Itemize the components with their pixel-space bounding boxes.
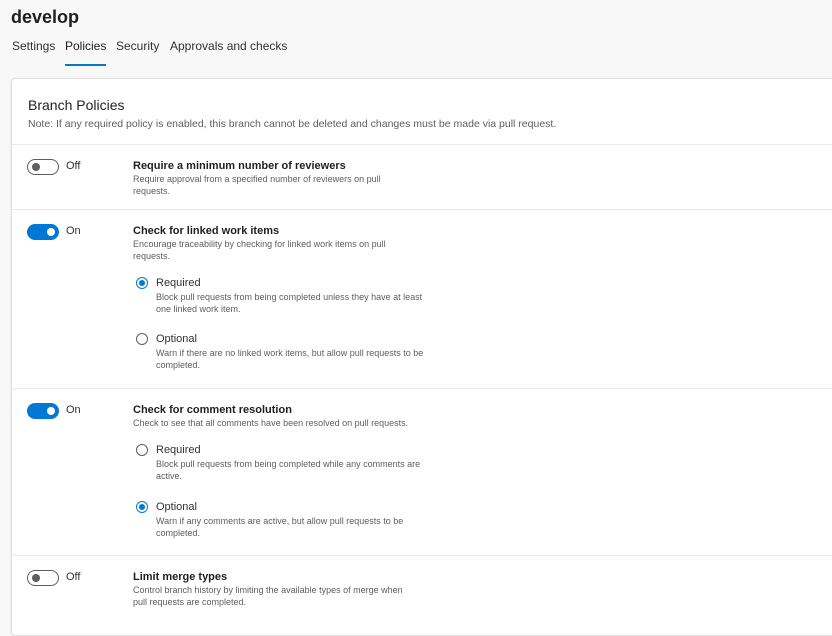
- tab-policies[interactable]: Policies: [65, 40, 107, 66]
- linked-work-items-optional-radio[interactable]: [136, 333, 148, 345]
- policy-description: Encourage traceability by checking for l…: [133, 239, 386, 261]
- comment-resolution-toggle[interactable]: [27, 403, 59, 419]
- policy-description: Control branch history by limiting the a…: [133, 585, 403, 607]
- toggle-knob: [32, 574, 40, 582]
- divider: [12, 209, 832, 210]
- radio-dot: [139, 504, 145, 510]
- tab-approvals-and-checks[interactable]: Approvals and checks: [170, 40, 287, 66]
- tab-settings[interactable]: Settings: [12, 40, 55, 66]
- policy-title: Check for comment resolution: [133, 404, 292, 416]
- radio-description: Block pull requests from being completed…: [156, 292, 423, 314]
- divider: [12, 388, 832, 389]
- card-note: Note: If any required policy is enabled,…: [28, 118, 557, 130]
- policy-description: Require approval from a specified number…: [133, 174, 381, 196]
- toggle-knob: [47, 228, 55, 236]
- comment-resolution-required-radio[interactable]: [136, 444, 148, 456]
- card-title: Branch Policies: [28, 97, 125, 113]
- branch-policies-card: Branch Policies Note: If any required po…: [11, 78, 832, 636]
- toggle-knob: [47, 407, 55, 415]
- toggle-state-label: Off: [66, 160, 81, 172]
- radio-description: Warn if any comments are active, but all…: [156, 516, 404, 538]
- tab-security[interactable]: Security: [116, 40, 159, 66]
- divider: [12, 555, 832, 556]
- policy-title: Require a minimum number of reviewers: [133, 160, 346, 172]
- comment-resolution-optional-radio[interactable]: [136, 501, 148, 513]
- toggle-state-label: On: [66, 225, 81, 237]
- radio-dot: [139, 280, 145, 286]
- page-title: develop: [11, 7, 80, 27]
- radio-label-required[interactable]: Required: [156, 277, 201, 289]
- divider: [12, 144, 832, 145]
- policy-title: Limit merge types: [133, 571, 228, 583]
- toggle-knob: [32, 163, 40, 171]
- linked-work-items-required-radio[interactable]: [136, 277, 148, 289]
- policy-description: Check to see that all comments have been…: [133, 418, 409, 428]
- limit-merge-types-toggle[interactable]: [27, 570, 59, 586]
- toggle-state-label: Off: [66, 571, 81, 583]
- linked-work-items-toggle[interactable]: [27, 224, 59, 240]
- radio-label-optional[interactable]: Optional: [156, 333, 197, 345]
- toggle-state-label: On: [66, 404, 81, 416]
- radio-description: Warn if there are no linked work items, …: [156, 348, 424, 370]
- radio-description: Block pull requests from being completed…: [156, 459, 421, 481]
- policy-title: Check for linked work items: [133, 225, 280, 237]
- radio-label-optional[interactable]: Optional: [156, 501, 197, 513]
- radio-label-required[interactable]: Required: [156, 444, 201, 456]
- minimum-reviewers-toggle[interactable]: [27, 159, 59, 175]
